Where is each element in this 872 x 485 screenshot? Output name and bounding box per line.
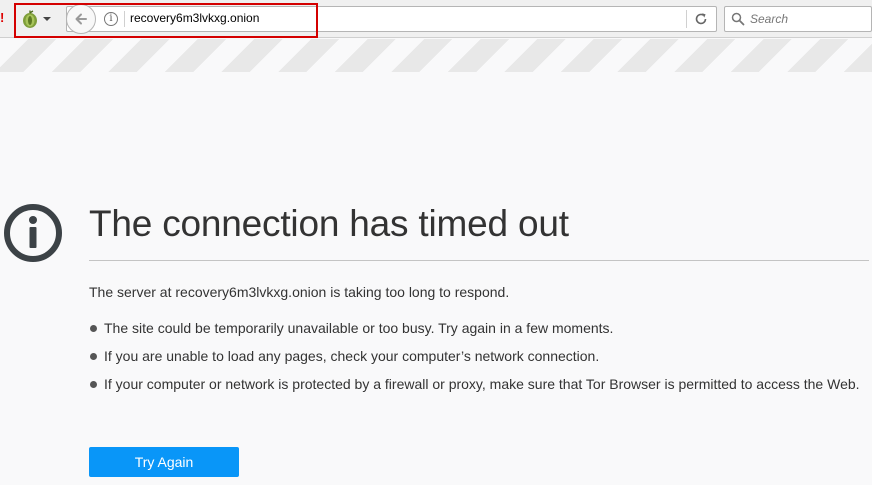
striped-banner: [0, 39, 872, 72]
chevron-down-icon: [43, 17, 51, 21]
browser-toolbar: ! i recovery6m3lvkxg.onion Search: [0, 0, 872, 38]
reload-divider: [686, 10, 687, 28]
search-bar[interactable]: [724, 6, 872, 32]
reload-icon[interactable]: [693, 11, 709, 27]
list-item-text: If your computer or network is protected…: [104, 376, 860, 392]
title-divider: [89, 260, 869, 261]
search-icon: [731, 12, 745, 26]
bullet-icon: [90, 325, 97, 332]
list-item-text: If you are unable to load any pages, che…: [104, 348, 600, 364]
try-again-button[interactable]: Try Again: [89, 447, 239, 477]
edge-mark: !: [0, 10, 5, 25]
site-info-icon[interactable]: i: [104, 12, 118, 26]
bullet-icon: [90, 353, 97, 360]
page-title: The connection has timed out: [89, 203, 569, 244]
bullet-icon: [90, 381, 97, 388]
url-text[interactable]: recovery6m3lvkxg.onion: [130, 11, 259, 25]
url-divider: [124, 11, 125, 27]
error-description: The server at recovery6m3lvkxg.onion is …: [89, 284, 510, 300]
list-item: The site could be temporarily unavailabl…: [89, 318, 864, 339]
list-item: If you are unable to load any pages, che…: [89, 346, 864, 367]
info-circle-icon: [4, 204, 62, 262]
list-item-text: The site could be temporarily unavailabl…: [104, 320, 614, 336]
search-input[interactable]: Search: [750, 12, 788, 26]
suggestion-list: The site could be temporarily unavailabl…: [89, 318, 864, 402]
back-arrow-icon: [75, 13, 87, 25]
back-button[interactable]: [66, 4, 96, 34]
onion-icon: [23, 10, 37, 28]
list-item: If your computer or network is protected…: [89, 374, 864, 395]
tor-onion-button[interactable]: [20, 8, 56, 30]
